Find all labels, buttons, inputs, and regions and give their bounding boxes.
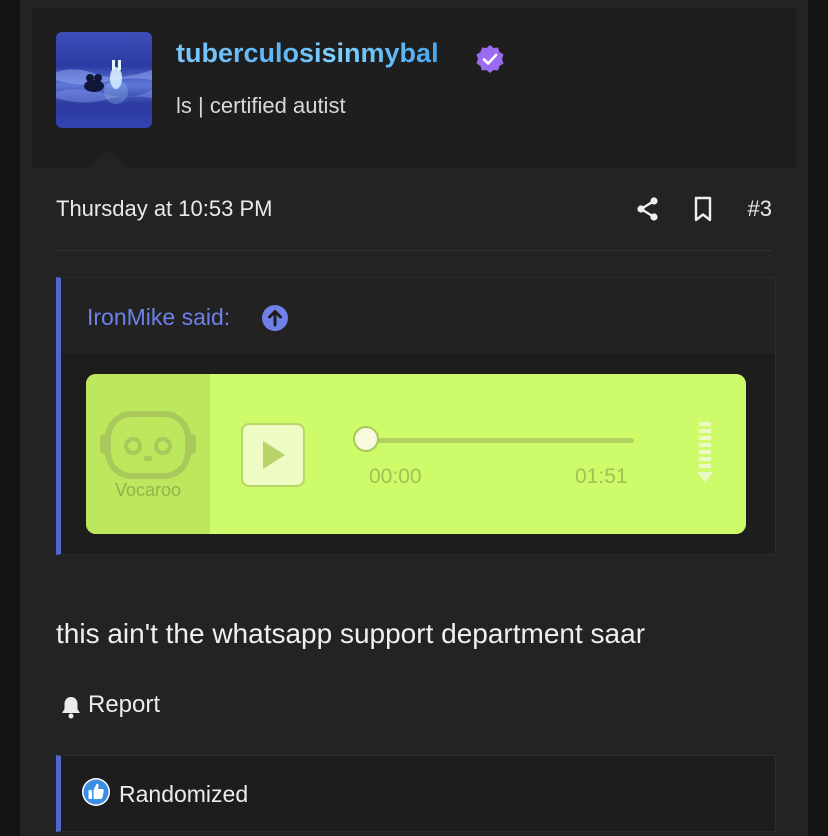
vocaroo-seek-handle[interactable]	[353, 426, 379, 452]
play-icon[interactable]	[241, 423, 305, 487]
reaction-user[interactable]: Randomized	[119, 781, 248, 808]
vocaroo-logo-icon	[100, 411, 196, 479]
quote-author[interactable]: IronMike said:	[87, 304, 230, 331]
user-title: ls | certified autist	[176, 93, 346, 118]
user-header: tuberculosisinmybal ls | certified autis…	[32, 8, 796, 168]
vocaroo-label: Vocaroo	[114, 480, 182, 500]
username[interactable]: tuberculosisinmybal	[176, 38, 439, 69]
bookmark-icon[interactable]	[689, 195, 717, 223]
post-date[interactable]: Thursday at 10:53 PM	[56, 196, 272, 222]
post-container: tuberculosisinmybal ls | certified autis…	[20, 0, 808, 836]
vocaroo-total-time: 01:51	[575, 465, 628, 488]
vocaroo-player: Vocaroo 00:00 01:51	[86, 374, 746, 534]
quote-header: IronMike said:	[61, 278, 775, 354]
bell-icon	[62, 697, 80, 719]
report-label: Report	[88, 691, 161, 718]
post-body: this ain't the whatsapp support departme…	[56, 618, 646, 649]
verified-badge-icon	[476, 45, 504, 73]
avatar-image	[56, 60, 152, 104]
avatar[interactable]	[56, 32, 152, 128]
arrow-up-circle-icon[interactable]	[261, 304, 289, 332]
quote-block: IronMike said: Vocaroo 00:00 01:51	[56, 277, 776, 555]
vocaroo-current-time: 00:00	[369, 465, 422, 488]
post-number[interactable]: #3	[748, 196, 772, 222]
user-header-pointer	[90, 150, 126, 168]
post-meta: Thursday at 10:53 PM #3	[56, 196, 772, 224]
vocaroo-brand-panel[interactable]: Vocaroo	[86, 374, 210, 534]
like-icon[interactable]	[81, 777, 111, 807]
share-icon[interactable]	[634, 195, 662, 223]
reactions-bar: Randomized	[56, 755, 776, 832]
vocaroo-seek-track[interactable]	[369, 438, 634, 443]
download-icon[interactable]	[692, 420, 718, 486]
divider	[56, 250, 772, 251]
